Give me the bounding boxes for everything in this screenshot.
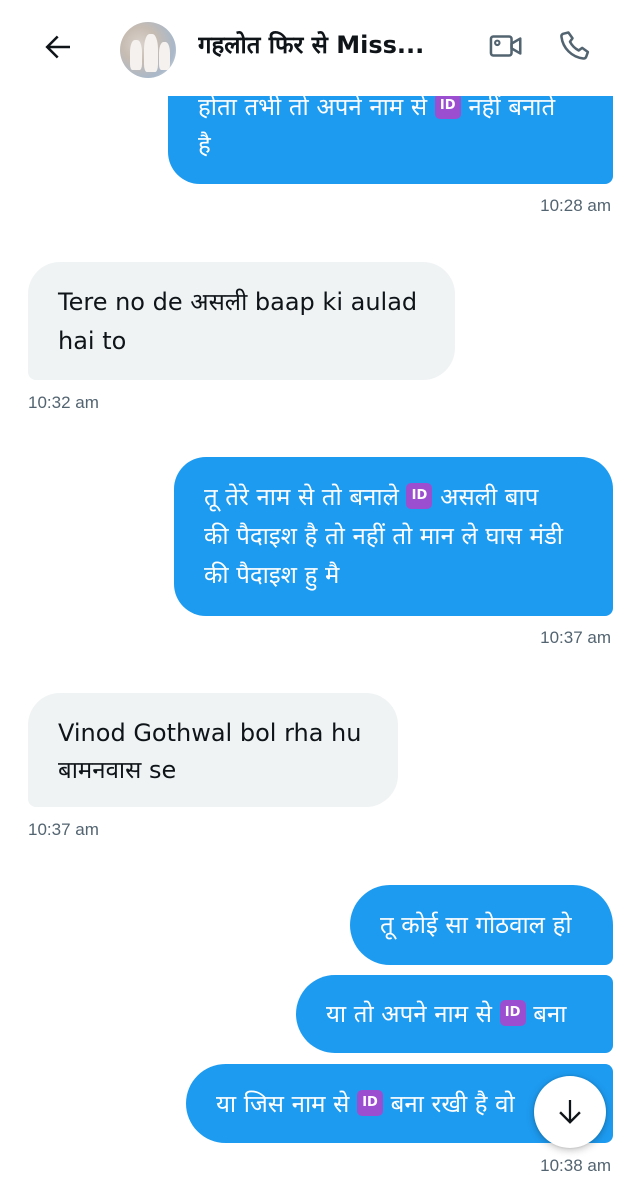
message-line: बामनवास se bbox=[58, 756, 177, 784]
scroll-to-bottom-button[interactable] bbox=[534, 1076, 606, 1148]
message-line: तू तेरे नाम से तो बनाले ID असली बाप bbox=[204, 483, 539, 511]
message-timestamp: 10:38 am bbox=[540, 1156, 611, 1175]
id-emoji-icon: ID bbox=[499, 1000, 526, 1026]
message-bubble-received[interactable]: Vinod Gothwal bol rha hu बामनवास se bbox=[28, 693, 398, 807]
message-timestamp: 10:28 am bbox=[540, 196, 611, 215]
avatar[interactable] bbox=[120, 22, 176, 78]
message-line: hai to bbox=[58, 327, 127, 355]
message-line: या तो अपने नाम से ID बना bbox=[326, 1000, 567, 1028]
voice-call-button[interactable] bbox=[556, 26, 596, 66]
message-timestamp: 10:37 am bbox=[28, 820, 99, 839]
id-emoji-icon: ID bbox=[357, 1090, 384, 1116]
back-button[interactable] bbox=[38, 27, 78, 67]
message-line: है bbox=[198, 131, 211, 159]
id-emoji-icon: ID bbox=[434, 93, 461, 119]
id-emoji-icon: ID bbox=[406, 483, 433, 509]
message-timestamp: 10:32 am bbox=[28, 393, 99, 412]
message-line: की पैदाइश है तो नहीं तो मान ले घास मंडी bbox=[204, 522, 564, 550]
arrow-left-icon bbox=[45, 35, 70, 59]
message-line: Vinod Gothwal bol rha hu bbox=[58, 719, 362, 747]
message-bubble-sent[interactable]: या तो अपने नाम से ID बना bbox=[296, 975, 613, 1053]
message-bubble-sent[interactable]: तू तेरे नाम से तो बनाले ID असली बाप की प… bbox=[174, 457, 613, 616]
message-bubble-sent[interactable]: तू कोई सा गोठवाल हो bbox=[350, 885, 613, 965]
conversation-header: गहलोत फिर से Miss... bbox=[0, 0, 641, 96]
message-line: तू कोई सा गोठवाल हो bbox=[380, 911, 572, 939]
arrow-down-icon bbox=[559, 1099, 581, 1124]
message-line: की पैदाइश हु मै bbox=[204, 561, 340, 589]
video-call-button[interactable] bbox=[486, 26, 526, 66]
message-timestamp: 10:37 am bbox=[540, 628, 611, 647]
conversation-title[interactable]: गहलोत फिर से Miss... bbox=[198, 28, 468, 62]
phone-icon bbox=[560, 31, 590, 60]
message-bubble-received[interactable]: Tere no de असली baap ki aulad hai to bbox=[28, 262, 455, 380]
video-camera-icon bbox=[489, 35, 522, 57]
message-line: या जिस नाम से ID बना रखी है वो bbox=[216, 1090, 515, 1118]
message-line: Tere no de असली baap ki aulad bbox=[58, 288, 418, 316]
